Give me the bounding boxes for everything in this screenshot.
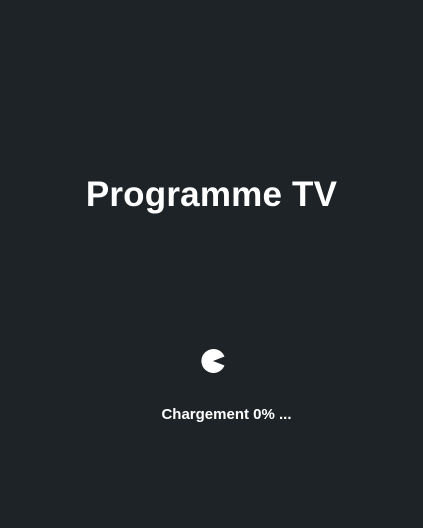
app-title: Programme TV <box>85 175 338 214</box>
loading-status: Chargement 0% ... <box>0 405 423 425</box>
loading-ellipsis: ... <box>279 406 292 423</box>
loading-percent: 0% <box>253 406 275 423</box>
loading-label: Chargement <box>161 406 249 423</box>
pacman-spinner-icon <box>200 349 226 373</box>
loading-screen: Programme TV Chargement 0% ... <box>0 0 423 528</box>
